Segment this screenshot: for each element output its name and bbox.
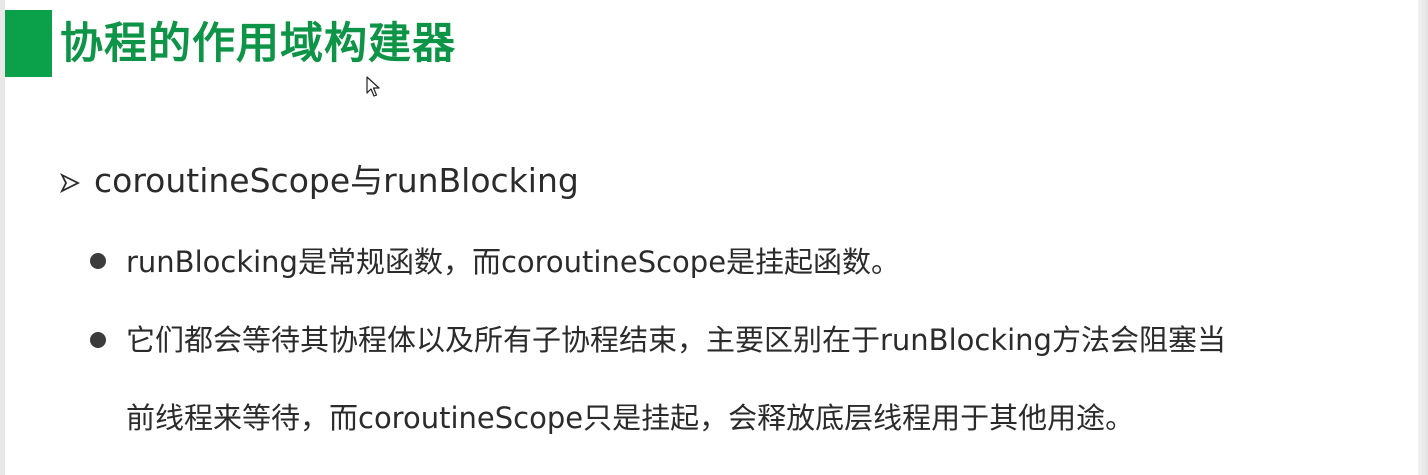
bullet-dot-icon [90,332,106,348]
arrowhead-icon [60,173,80,193]
slide-title: 协程的作用域构建器 [60,19,456,69]
heading-item: coroutineScope与runBlocking [60,158,579,204]
heading-text: coroutineScope与runBlocking [94,161,579,200]
right-edge-shadow [1418,0,1428,475]
bullet-dot-icon [90,253,106,269]
bullet-text: runBlocking是常规函数，而coroutineScope是挂起函数。 [126,245,901,279]
bullet-text-continuation: 前线程来等待，而coroutineScope只是挂起，会释放底层线程用于其他用途… [126,401,1135,435]
title-accent-bar [5,10,52,77]
slide: 协程的作用域构建器 coroutineScope与runBlocking run… [0,0,1428,475]
bullet-text: 它们都会等待其协程体以及所有子协程结束，主要区别在于runBlocking方法会… [126,323,1226,357]
mouse-cursor-icon [366,76,380,97]
